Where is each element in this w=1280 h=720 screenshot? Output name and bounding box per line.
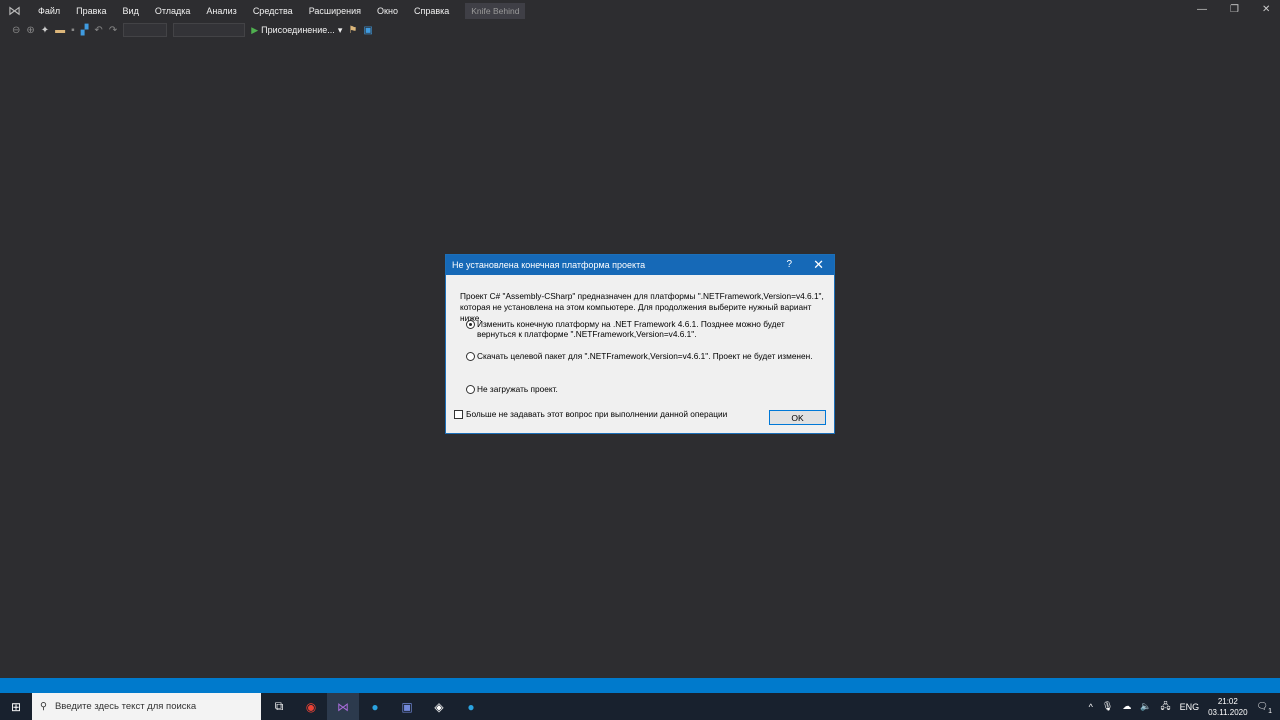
menu-debug[interactable]: Отладка <box>147 6 199 16</box>
open-icon[interactable]: ▬ <box>55 25 65 36</box>
menu-edit[interactable]: Правка <box>68 6 114 16</box>
close-window-icon[interactable]: ✕ <box>1262 4 1270 15</box>
dialog-title: Не установлена конечная платформа проект… <box>452 260 646 270</box>
menu-tools[interactable]: Средства <box>245 6 301 16</box>
close-dialog-button[interactable]: ✕ <box>813 257 824 273</box>
help-button[interactable]: ? <box>786 259 792 270</box>
clock[interactable]: 21:02 03.11.2020 <box>1208 696 1247 718</box>
restore-icon[interactable]: ❐ <box>1230 4 1239 15</box>
taskbar: ⊞ ⚲ Введите здесь текст для поиска ⧉ ◉ ⋈ … <box>0 693 1280 720</box>
new-project-icon[interactable]: ✦ <box>41 25 49 36</box>
option-download[interactable]: Скачать целевой пакет для ".NETFramework… <box>466 351 821 361</box>
discord-icon[interactable]: ▣ <box>391 693 423 720</box>
menu-help[interactable]: Справка <box>406 6 457 16</box>
status-bar <box>0 678 1280 693</box>
back-icon[interactable]: ⊖ <box>12 25 20 36</box>
attach-button[interactable]: ▶ Присоединение... ▾ <box>251 25 342 36</box>
search-icon: ⚲ <box>40 701 47 712</box>
menu-view[interactable]: Вид <box>115 6 147 16</box>
dialog-title-bar: Не установлена конечная платформа проект… <box>446 255 834 275</box>
radio-button[interactable] <box>466 352 475 361</box>
chevron-up-icon[interactable]: ^ <box>1089 702 1093 712</box>
forward-icon[interactable]: ⊕ <box>26 25 34 36</box>
option-label: Не загружать проект. <box>477 384 558 394</box>
redo-icon[interactable]: ↷ <box>109 25 117 36</box>
notification-count: 1 <box>1268 708 1272 715</box>
save-all-icon[interactable]: ▞ <box>81 25 89 36</box>
time: 21:02 <box>1217 696 1238 706</box>
screenshot-icon[interactable]: ▣ <box>363 25 372 36</box>
language-indicator[interactable]: ENG <box>1180 702 1200 712</box>
undo-icon[interactable]: ↶ <box>94 25 102 36</box>
telegram-icon[interactable]: ● <box>359 693 391 720</box>
windows-start-icon[interactable]: ⊞ <box>0 700 32 714</box>
onedrive-icon[interactable]: ☁ <box>1122 701 1131 712</box>
option-label: Скачать целевой пакет для ".NETFramework… <box>477 351 813 361</box>
menu-analyze[interactable]: Анализ <box>198 6 244 16</box>
radio-button[interactable] <box>466 385 475 394</box>
date: 03.11.2020 <box>1208 707 1248 717</box>
volume-icon[interactable]: 🔈 <box>1140 701 1151 712</box>
telegram-2-icon[interactable]: ● <box>455 693 487 720</box>
checkbox[interactable] <box>454 409 463 419</box>
save-icon[interactable]: ▪ <box>71 25 75 36</box>
platform-dropdown[interactable] <box>173 23 246 37</box>
menu-extensions[interactable]: Расширения <box>301 6 369 16</box>
unity-icon[interactable]: ◈ <box>423 693 455 720</box>
option-do-not-load[interactable]: Не загружать проект. <box>466 384 821 394</box>
system-tray: ^ 🎙 ☁ 🔈 🖧 ENG 21:02 03.11.2020 🗨 1 <box>1089 693 1280 720</box>
notifications-icon[interactable]: 🗨 1 <box>1257 701 1272 715</box>
menu-bar: ⋈ Файл Правка Вид Отладка Анализ Средств… <box>0 0 1280 21</box>
attach-label: Присоединение... <box>261 25 335 35</box>
chevron-down-icon: ▾ <box>337 24 343 35</box>
toolbar: ⊖ ⊕ ✦ ▬ ▪ ▞ ↶ ↷ ▶ Присоединение... ▾ ⚑ ▣ <box>0 21 1280 39</box>
dont-ask-checkbox[interactable]: Больше не задавать этот вопрос при выпол… <box>454 409 727 419</box>
option-retarget[interactable]: Изменить конечную платформу на .NET Fram… <box>466 319 821 339</box>
minimize-icon[interactable]: — <box>1197 4 1207 15</box>
microphone-icon[interactable]: 🎙 <box>1102 701 1113 712</box>
option-label: Изменить конечную платформу на .NET Fram… <box>477 319 785 339</box>
radio-button[interactable] <box>466 320 475 329</box>
ok-button[interactable]: OK <box>769 410 826 425</box>
checkbox-label: Больше не задавать этот вопрос при выпол… <box>466 409 728 419</box>
play-icon: ▶ <box>251 24 259 35</box>
task-view-icon[interactable]: ⧉ <box>263 693 295 720</box>
network-icon[interactable]: 🖧 <box>1161 699 1171 715</box>
chrome-icon[interactable]: ◉ <box>295 693 327 720</box>
menu-window[interactable]: Окно <box>369 6 406 16</box>
solution-title: Knife Behind <box>465 2 526 19</box>
find-icon[interactable]: ⚑ <box>348 25 357 36</box>
taskbar-search[interactable]: ⚲ Введите здесь текст для поиска <box>32 693 261 720</box>
target-framework-dialog: Не установлена конечная платформа проект… <box>445 254 835 434</box>
search-placeholder: Введите здесь текст для поиска <box>54 701 197 712</box>
configuration-dropdown[interactable] <box>123 23 168 37</box>
menu-file[interactable]: Файл <box>30 6 68 16</box>
visual-studio-logo-icon: ⋈ <box>8 2 21 18</box>
visual-studio-icon[interactable]: ⋈ <box>327 693 359 720</box>
